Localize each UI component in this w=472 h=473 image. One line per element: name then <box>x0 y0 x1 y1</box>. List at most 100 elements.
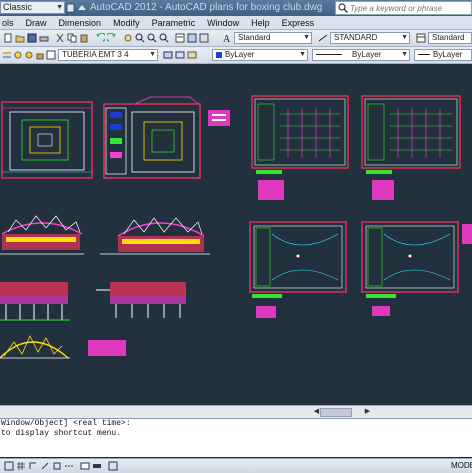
new-icon[interactable] <box>3 33 13 43</box>
linetype-select[interactable]: ByLayer ▼ <box>312 49 410 61</box>
elevation-side <box>100 217 210 255</box>
text-style-value: Standard <box>238 33 271 42</box>
layer-lock-icon[interactable] <box>35 50 45 60</box>
paste-icon[interactable] <box>79 33 89 43</box>
search-box[interactable] <box>335 1 472 15</box>
cut-icon[interactable] <box>55 33 65 43</box>
horizontal-scrollbar[interactable]: ◀ ▶ <box>0 405 472 418</box>
undo-icon[interactable] <box>95 33 105 43</box>
layer-on-icon[interactable] <box>13 50 23 60</box>
make-current-layer-icon[interactable] <box>163 50 173 60</box>
layer-select[interactable]: TUBERIA EMT 3 4 ▼ <box>58 49 158 61</box>
otrack-icon[interactable] <box>64 461 74 471</box>
chevron-down-icon: ▼ <box>303 34 310 41</box>
lighting-plan-2 <box>361 221 459 293</box>
legend-block-2 <box>88 340 126 356</box>
dim-style-icon <box>318 34 328 42</box>
pan-icon[interactable] <box>123 33 133 43</box>
menu-help[interactable]: Help <box>249 18 280 28</box>
electrical-plan-2 <box>361 95 461 169</box>
drawing-svg <box>0 95 472 359</box>
zoom-previous-icon[interactable] <box>159 33 169 43</box>
print-icon[interactable] <box>39 33 49 43</box>
color-swatch <box>216 51 222 58</box>
menu-parametric[interactable]: Parametric <box>150 18 206 28</box>
model-space-button[interactable]: MODE <box>451 461 472 470</box>
dyn-icon[interactable] <box>80 461 90 471</box>
table-style-value: Standard <box>432 33 465 42</box>
copy-icon[interactable] <box>67 33 77 43</box>
chevron-down-icon: ▼ <box>401 34 408 41</box>
command-line[interactable]: Window/Object] <real time>: to display s… <box>0 418 472 457</box>
layer-previous-icon[interactable] <box>175 50 185 60</box>
menu-dimension[interactable]: Dimension <box>57 18 112 28</box>
toolbar-layers: TUBERIA EMT 3 4 ▼ ByLayer ▼ ByLayer ▼ By… <box>0 47 472 64</box>
drawing-canvas[interactable] <box>0 64 472 405</box>
osnap-icon[interactable] <box>52 461 62 471</box>
search-icon <box>338 3 348 13</box>
menu-window[interactable]: Window <box>205 18 249 28</box>
save-icon[interactable] <box>27 33 37 43</box>
zoom-realtime-icon[interactable] <box>135 33 145 43</box>
legend-text-line <box>212 114 226 116</box>
table-style-icon <box>416 33 426 43</box>
plan-ground-floor <box>1 101 93 179</box>
lineweight-icon[interactable] <box>92 461 102 471</box>
layer-properties-icon[interactable] <box>2 50 12 60</box>
menu-draw[interactable]: Draw <box>24 18 57 28</box>
layer-color-swatch-icon <box>46 50 56 60</box>
lineweight-select[interactable]: ByLayer <box>414 49 472 61</box>
plan-caption-4 <box>366 294 396 298</box>
workspace-value: Classic <box>3 2 33 12</box>
plan-caption-2 <box>366 170 392 174</box>
text-style-icon: A <box>223 34 231 43</box>
quick-access-icons[interactable] <box>66 2 88 14</box>
menu-bar: ols Draw Dimension Modify Parametric Win… <box>0 16 472 30</box>
menu-modify[interactable]: Modify <box>111 18 150 28</box>
grid-icon[interactable] <box>16 461 26 471</box>
electrical-plan-1 <box>251 95 349 169</box>
command-history-line: Window/Object] <real time>: <box>1 419 131 428</box>
properties-icon[interactable] <box>175 33 185 43</box>
snap-icon[interactable] <box>4 461 14 471</box>
polar-icon[interactable] <box>40 461 50 471</box>
layer-freeze-icon[interactable] <box>24 50 34 60</box>
table-style-select[interactable]: Standard <box>428 32 472 44</box>
menu-tools[interactable]: ols <box>0 18 24 28</box>
legend-block-6 <box>372 306 390 316</box>
design-center-icon[interactable] <box>187 33 197 43</box>
lineweight-value: ByLayer <box>433 50 463 59</box>
plan-upper-floor <box>103 96 201 179</box>
scrollbar-thumb[interactable] <box>320 408 352 417</box>
zoom-window-icon[interactable] <box>147 33 157 43</box>
ortho-icon[interactable] <box>28 461 38 471</box>
open-icon[interactable] <box>15 33 25 43</box>
chevron-down-icon: ▼ <box>299 51 306 58</box>
text-style-select[interactable]: Standard ▼ <box>234 32 312 44</box>
legend-block-5 <box>256 306 276 318</box>
status-bar: MODE <box>0 458 472 473</box>
legend-block-7 <box>462 224 472 244</box>
redo-icon[interactable] <box>107 33 117 43</box>
truss-detail <box>0 335 70 359</box>
layer-value: TUBERIA EMT 3 4 <box>62 50 129 59</box>
tool-palettes-icon[interactable] <box>199 33 209 43</box>
menu-express[interactable]: Express <box>280 18 325 28</box>
section-left <box>0 282 70 321</box>
quick-properties-icon[interactable] <box>108 461 118 471</box>
lineweight-preview <box>418 54 430 56</box>
toolbar-standard: A Standard ▼ STANDARD ▼ Standard <box>0 30 472 47</box>
elevation-front <box>0 215 84 255</box>
chevron-down-icon: ▼ <box>149 51 156 58</box>
workspace-select[interactable]: Classic ▼ <box>0 1 65 14</box>
dim-style-select[interactable]: STANDARD ▼ <box>330 32 410 44</box>
chevron-down-icon: ▼ <box>401 51 408 58</box>
search-input[interactable] <box>350 2 468 14</box>
legend-text-line <box>212 119 226 121</box>
scroll-right-icon[interactable]: ▶ <box>363 407 372 416</box>
linetype-preview <box>316 54 342 56</box>
legend-block-4 <box>372 180 394 200</box>
layer-state-icon[interactable] <box>187 50 197 60</box>
plan-caption-3 <box>252 294 282 298</box>
color-select[interactable]: ByLayer ▼ <box>212 49 308 61</box>
